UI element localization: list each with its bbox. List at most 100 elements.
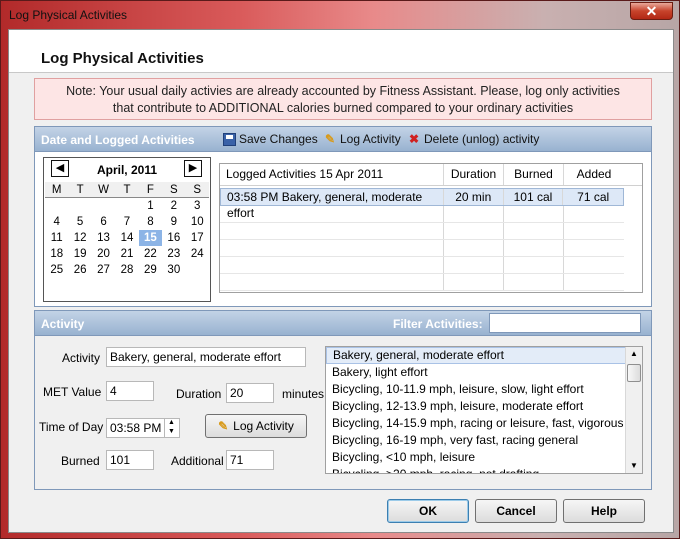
time-stepper[interactable]: ▲ ▼ — [164, 418, 178, 438]
logged-header-activity[interactable]: Logged Activities 15 Apr 2011 — [220, 164, 444, 185]
log-activity-toolbar-button[interactable]: ✎ Log Activity — [323, 132, 401, 146]
calendar-day[interactable]: 8 — [139, 214, 162, 230]
delete-activity-label: Delete (unlog) activity — [424, 132, 540, 146]
calendar-weekday-row: MTWTFSS — [45, 182, 209, 198]
list-item[interactable]: Bakery, general, moderate effort — [326, 347, 626, 364]
note-line-2: that contribute to ADDITIONAL calories b… — [112, 101, 574, 115]
activity-section-header: Activity Filter Activities: — [34, 310, 652, 336]
cancel-button[interactable]: Cancel — [475, 499, 557, 523]
chevron-down-icon[interactable]: ▼ — [165, 427, 178, 436]
calendar-day[interactable]: 25 — [45, 262, 68, 278]
logged-row-burned: 101 cal — [504, 189, 564, 205]
chevron-up-icon[interactable]: ▲ — [165, 418, 178, 427]
list-item[interactable]: Bicycling, 16-19 mph, very fast, racing … — [326, 432, 626, 449]
list-item[interactable]: Bicycling, 12-13.9 mph, leisure, moderat… — [326, 398, 626, 415]
pencil-icon: ✎ — [324, 132, 336, 146]
calendar-weekday: T — [123, 184, 131, 196]
calendar-weekday: T — [76, 184, 84, 196]
calendar-day[interactable]: 2 — [162, 198, 185, 214]
calendar-day[interactable]: 13 — [92, 230, 115, 246]
calendar-day[interactable]: 21 — [115, 246, 138, 262]
calendar-day[interactable]: 26 — [68, 262, 91, 278]
calendar-next-month-button[interactable]: ▶ — [184, 160, 202, 177]
calendar-day[interactable]: 6 — [92, 214, 115, 230]
list-item[interactable]: Bicycling, 10-11.9 mph, leisure, slow, l… — [326, 381, 626, 398]
calendar-day[interactable]: 3 — [186, 198, 209, 214]
empty-row — [220, 274, 624, 291]
filter-input[interactable] — [489, 313, 641, 333]
activity-field[interactable]: Bakery, general, moderate effort — [106, 347, 306, 367]
list-item[interactable]: Bicycling, 14-15.9 mph, racing or leisur… — [326, 415, 626, 432]
logged-section-title: Date and Logged Activities — [41, 133, 195, 147]
calendar-day[interactable]: 4 — [45, 214, 68, 230]
calendar-grid: MTWTFSS 1 2 3 4 5 6 7 8 9 10 11 12 13 14 15 16 17 18 19 20 2… — [45, 182, 209, 278]
activity-label: Activity — [62, 351, 101, 365]
activity-list-scrollbar[interactable]: ▲ ▼ — [625, 347, 642, 473]
calendar-day[interactable]: 28 — [115, 262, 138, 278]
help-button[interactable]: Help — [563, 499, 645, 523]
list-item[interactable]: Bicycling, <10 mph, leisure — [326, 449, 626, 466]
close-button[interactable]: ✕ — [630, 2, 673, 20]
calendar-day[interactable]: 24 — [186, 246, 209, 262]
save-changes-button[interactable]: Save Changes — [223, 132, 318, 146]
logged-header-added[interactable]: Added — [564, 164, 624, 185]
calendar-week-row: 18 19 20 21 22 23 24 — [45, 246, 209, 262]
additional-label: Additional — [171, 454, 224, 468]
burned-field[interactable]: 101 — [106, 450, 154, 470]
calendar-day[interactable]: 9 — [162, 214, 185, 230]
log-activity-button[interactable]: ✎ Log Activity — [205, 414, 307, 438]
calendar-day[interactable]: 18 — [45, 246, 68, 262]
time-of-day-value: 03:58 PM — [110, 421, 162, 435]
burned-label: Burned — [61, 454, 100, 468]
calendar-day[interactable]: 12 — [68, 230, 91, 246]
duration-label: Duration — [176, 387, 222, 401]
activity-list[interactable]: Bakery, general, moderate effort Bakery, … — [325, 346, 643, 474]
pencil-icon: ✎ — [218, 419, 229, 433]
list-item[interactable]: Bakery, light effort — [326, 364, 626, 381]
calendar-week-row: 25 26 27 28 29 30 — [45, 262, 209, 278]
calendar-day — [92, 198, 115, 214]
calendar-day[interactable]: 11 — [45, 230, 68, 246]
logged-row-duration: 20 min — [444, 189, 504, 205]
additional-field[interactable]: 71 — [226, 450, 274, 470]
time-of-day-label: Time of Day — [39, 420, 104, 434]
calendar-day — [68, 198, 91, 214]
note-line-1: Note: Your usual daily activies are alre… — [66, 84, 620, 98]
calendar-day[interactable]: 15 — [138, 230, 163, 246]
calendar-day — [115, 198, 138, 214]
met-value-field[interactable]: 4 — [106, 381, 154, 401]
calendar-day[interactable]: 23 — [162, 246, 185, 262]
calendar-day[interactable]: 14 — [115, 230, 138, 246]
calendar-day[interactable]: 20 — [92, 246, 115, 262]
delete-activity-button[interactable]: ✖ Delete (unlog) activity — [407, 132, 539, 146]
calendar-day[interactable]: 17 — [186, 230, 209, 246]
calendar-day[interactable]: 1 — [139, 198, 162, 214]
calendar-day[interactable]: 16 — [162, 230, 185, 246]
calendar-day[interactable]: 10 — [186, 214, 209, 230]
calendar-day[interactable]: 7 — [115, 214, 138, 230]
calendar-day[interactable]: 30 — [162, 262, 185, 278]
calendar-day[interactable]: 27 — [92, 262, 115, 278]
scroll-thumb[interactable] — [627, 364, 641, 382]
calendar-week-row: 123 — [45, 198, 209, 214]
calendar-day[interactable]: 5 — [68, 214, 91, 230]
calendar-header: ◀ April, 2011 ▶ — [44, 158, 210, 180]
calendar-day[interactable]: 22 — [139, 246, 162, 262]
logged-row-activity: 03:58 PM Bakery, general, moderate effor… — [221, 189, 444, 220]
list-item[interactable]: Bicycling, >20 mph, racing, not drafting — [326, 466, 626, 473]
delete-x-icon: ✖ — [408, 132, 420, 146]
scroll-up-icon[interactable]: ▲ — [626, 347, 642, 361]
logged-activities-table[interactable]: Logged Activities 15 Apr 2011 Duration B… — [219, 163, 643, 293]
logged-section-header: Date and Logged Activities Save Changes … — [34, 126, 652, 152]
page-title: Log Physical Activities — [41, 50, 204, 67]
ok-button[interactable]: OK — [387, 499, 469, 523]
table-row[interactable]: 03:58 PM Bakery, general, moderate effor… — [220, 188, 624, 220]
logged-header-duration[interactable]: Duration — [444, 164, 504, 185]
calendar-day[interactable]: 19 — [68, 246, 91, 262]
title-bar[interactable]: Log Physical Activities ✕ — [1, 1, 679, 29]
logged-header-burned[interactable]: Burned — [504, 164, 564, 185]
duration-field[interactable]: 20 — [226, 383, 274, 403]
empty-row — [220, 206, 624, 223]
calendar-day[interactable]: 29 — [139, 262, 162, 278]
scroll-down-icon[interactable]: ▼ — [626, 459, 642, 473]
